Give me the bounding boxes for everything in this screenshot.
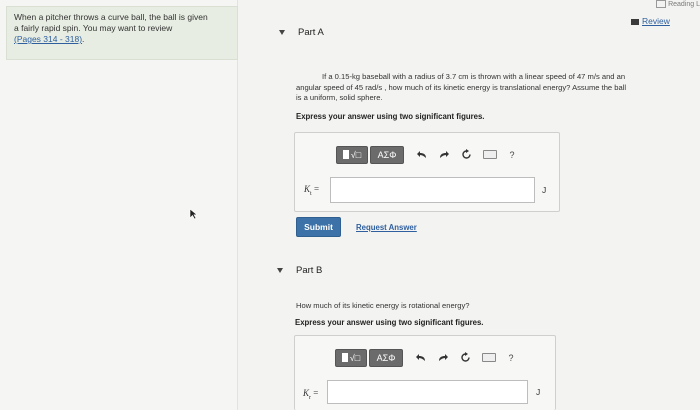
part-a-title[interactable]: Part A: [298, 27, 324, 38]
template-button[interactable]: √□: [336, 145, 368, 164]
template-square-icon: [341, 353, 348, 362]
reset-icon[interactable]: [458, 147, 474, 163]
part-a-question-line1: If a 0.15-kg baseball with a radius of 3…: [322, 72, 626, 81]
help-icon[interactable]: ?: [504, 147, 520, 163]
part-b-collapse-caret-icon[interactable]: [277, 268, 283, 273]
symbols-label: ΑΣΦ: [377, 149, 397, 160]
part-a-equals: =: [313, 184, 320, 194]
intro-text-line2: a fairly rapid spin. You may want to rev…: [14, 23, 173, 33]
undo-icon[interactable]: [413, 350, 429, 366]
symbols-button[interactable]: ΑΣΦ: [369, 348, 403, 367]
template-square-icon: [342, 150, 349, 159]
part-b-question: How much of its kinetic energy is rotati…: [296, 301, 470, 310]
help-icon[interactable]: ?: [503, 350, 519, 366]
pages-link[interactable]: (Pages 314 - 318): [14, 34, 82, 44]
reset-icon[interactable]: [457, 350, 473, 366]
help-label: ?: [508, 352, 514, 363]
part-b-answer-input[interactable]: [327, 380, 528, 404]
part-a-var-sub: t: [310, 190, 312, 197]
part-b-var-sub: r: [309, 394, 312, 401]
part-a-instruction: Express your answer using two significan…: [296, 112, 485, 121]
keyboard-icon[interactable]: [481, 350, 497, 366]
mouse-cursor-icon: [189, 207, 198, 225]
part-a-question-line3: is a uniform, solid sphere.: [296, 93, 383, 102]
problem-intro-box: When a pitcher throws a curve ball, the …: [6, 6, 238, 60]
pages-link-suffix: .: [82, 34, 85, 44]
part-a-collapse-caret-icon[interactable]: [279, 30, 285, 35]
submit-button[interactable]: Submit: [296, 217, 341, 237]
part-a-variable-label: Kt =: [304, 184, 319, 197]
part-b-instruction: Express your answer using two significan…: [295, 318, 484, 327]
template-label: √□: [349, 352, 361, 363]
symbols-label: ΑΣΦ: [376, 352, 396, 363]
part-a-math-toolbar: √□ ΑΣΦ ?: [336, 145, 520, 164]
part-b-math-toolbar: √□ ΑΣΦ ?: [335, 348, 519, 367]
part-b-equals: =: [313, 388, 319, 398]
review-label: Review: [642, 16, 670, 26]
request-answer-link[interactable]: Request Answer: [356, 223, 417, 232]
part-a-answer-input[interactable]: [330, 177, 535, 203]
template-label: √□: [350, 149, 362, 160]
part-b-title[interactable]: Part B: [296, 265, 322, 276]
intro-text-line1: When a pitcher throws a curve ball, the …: [14, 12, 208, 22]
keyboard-icon[interactable]: [482, 147, 498, 163]
sidebar-panel: When a pitcher throws a curve ball, the …: [0, 0, 238, 410]
help-label: ?: [509, 149, 515, 160]
reading-icon: [656, 0, 667, 8]
redo-icon[interactable]: [435, 350, 451, 366]
review-icon: [631, 18, 639, 25]
redo-icon[interactable]: [436, 147, 452, 163]
undo-icon[interactable]: [414, 147, 430, 163]
part-a-question-line2: angular speed of 45 rad/s , how much of …: [296, 82, 627, 92]
template-button[interactable]: √□: [335, 348, 367, 367]
part-b-variable-label: Kr =: [303, 388, 318, 401]
part-a-question: If a 0.15-kg baseball with a radius of 3…: [296, 72, 626, 104]
reading-label: Reading L: [668, 0, 700, 8]
reading-indicator[interactable]: Reading L: [656, 0, 700, 10]
part-a-unit: J: [542, 185, 547, 195]
review-link[interactable]: Review: [631, 16, 670, 26]
part-b-unit: J: [536, 387, 541, 397]
symbols-button[interactable]: ΑΣΦ: [370, 145, 404, 164]
